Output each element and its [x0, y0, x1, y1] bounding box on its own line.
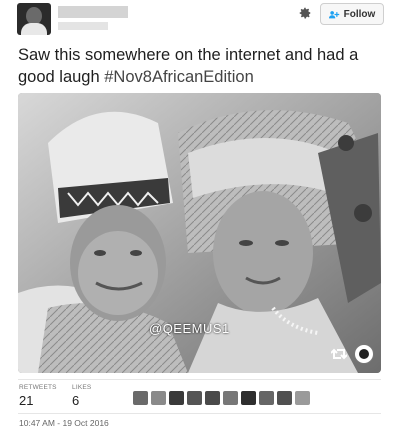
- follow-label: Follow: [343, 8, 376, 20]
- liker-avatar[interactable]: [151, 391, 166, 405]
- liker-avatar[interactable]: [241, 391, 256, 405]
- tweet-timestamp[interactable]: 10:47 AM - 19 Oct 2016: [19, 418, 109, 428]
- tweet-photo[interactable]: @QEEMUS1: [18, 93, 381, 373]
- tweet-text: Saw this somewhere on the internet and h…: [18, 44, 388, 88]
- likes-label: LIKES: [72, 384, 92, 391]
- liker-avatar[interactable]: [277, 391, 292, 405]
- gear-icon[interactable]: [298, 6, 312, 20]
- photo-watermark: @QEEMUS1: [149, 321, 230, 336]
- add-user-icon: [328, 10, 339, 18]
- liker-avatar[interactable]: [133, 391, 148, 405]
- author-avatar[interactable]: [17, 3, 51, 35]
- author-handle-redacted[interactable]: [58, 22, 108, 30]
- tweet-text-line-2: good laugh #Nov8AfricanEdition: [18, 66, 388, 88]
- follow-button[interactable]: Follow: [320, 3, 384, 25]
- liker-avatar[interactable]: [295, 391, 310, 405]
- divider: [18, 413, 381, 414]
- liker-avatar[interactable]: [223, 391, 238, 405]
- tweet-text-line-1: Saw this somewhere on the internet and h…: [18, 46, 359, 64]
- liker-avatars: [133, 391, 310, 405]
- liker-avatar[interactable]: [259, 391, 274, 405]
- tweet-stats: RETWEETS 21 LIKES 6: [0, 384, 400, 412]
- tweet-text-line-2-prefix: good laugh: [18, 68, 105, 86]
- author-name-redacted[interactable]: [58, 6, 128, 18]
- liker-avatar[interactable]: [169, 391, 184, 405]
- hashtag-link[interactable]: #Nov8AfricanEdition: [104, 68, 254, 86]
- divider: [18, 379, 381, 380]
- liker-avatar[interactable]: [187, 391, 202, 405]
- tweet-header: Follow: [0, 0, 400, 40]
- retweets-label: RETWEETS: [19, 384, 57, 391]
- likes-count[interactable]: 6: [72, 393, 79, 408]
- liker-avatar[interactable]: [205, 391, 220, 405]
- photo-corner-avatar: [354, 344, 374, 364]
- retweets-count[interactable]: 21: [19, 393, 33, 408]
- retweet-icon: [331, 348, 347, 360]
